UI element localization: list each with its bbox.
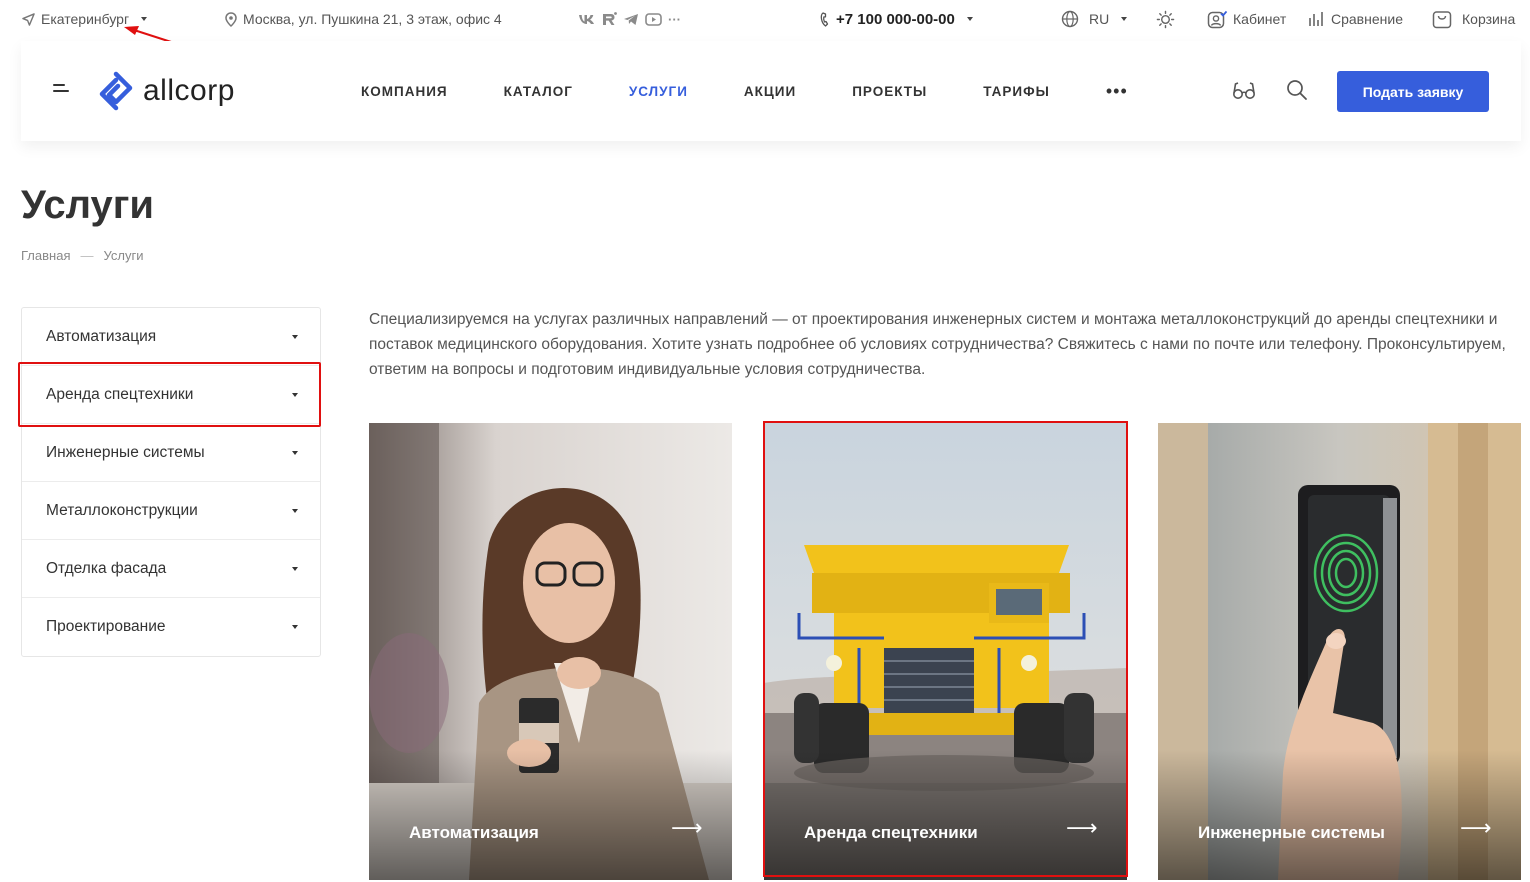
cabinet-label: Кабинет [1233,11,1287,27]
user-icon [1207,10,1227,28]
breadcrumb-home[interactable]: Главная [21,248,70,263]
nav-more-icon[interactable]: ••• [1106,81,1128,102]
breadcrumb-separator: — [80,248,94,263]
sidebar-item-label: Автоматизация [46,327,157,345]
chevron-down-icon[interactable] [292,450,298,455]
cart-bag-icon [1432,10,1452,28]
page-title: Услуги [21,183,154,227]
language-code: RU [1089,11,1110,27]
youtube-icon[interactable] [645,12,662,26]
service-card-engineering-systems[interactable]: Инженерные системы ⟶ [1158,423,1521,880]
sidebar-item-design[interactable]: Проектирование [22,598,320,656]
sidebar-item-equipment-rental[interactable]: Аренда спецтехники [22,366,320,424]
chevron-down-icon [966,17,973,21]
search-icon[interactable] [1286,79,1308,101]
logo-text: allcorp [143,74,235,107]
chevron-down-icon[interactable] [292,566,298,571]
theme-toggle[interactable] [1156,0,1175,38]
sidebar-item-label: Аренда спецтехники [46,385,194,403]
accessibility-glasses-icon[interactable] [1232,79,1256,103]
address-text: Москва, ул. Пушкина 21, 3 этаж, офис 4 [243,11,502,27]
social-links: ··· [578,0,681,38]
chevron-down-icon[interactable] [292,508,298,513]
arrow-right-icon[interactable]: ⟶ [671,815,703,841]
main-header: allcorp КОМПАНИЯ КАТАЛОГ УСЛУГИ АКЦИИ ПР… [21,41,1521,141]
compare-chart-icon [1309,12,1323,26]
service-card-automation[interactable]: Автоматизация ⟶ [369,423,732,880]
phone-icon [820,11,829,27]
sidebar-item-label: Инженерные системы [46,443,205,461]
city-name: Екатеринбург [41,11,130,27]
sidebar-item-label: Отделка фасада [46,559,167,577]
nav-catalog[interactable]: КАТАЛОГ [504,84,573,99]
phone-number: +7 100 000-00-00 [836,10,955,28]
nav-promotions[interactable]: АКЦИИ [744,84,796,99]
service-card-equipment-rental[interactable]: Аренда спецтехники ⟶ [764,423,1127,880]
arrow-right-icon[interactable]: ⟶ [1460,815,1492,841]
location-arrow-icon [22,12,35,26]
nav-services[interactable]: УСЛУГИ [629,84,688,99]
telegram-icon[interactable] [623,13,639,26]
card-title: Автоматизация [409,823,539,842]
chevron-down-icon[interactable] [292,392,298,397]
submit-request-button[interactable]: Подать заявку [1337,71,1489,112]
sun-icon [1156,10,1175,28]
sidebar-item-facade-finishing[interactable]: Отделка фасада [22,540,320,598]
sidebar-item-metal-structures[interactable]: Металлоконструкции [22,482,320,540]
nav-company[interactable]: КОМПАНИЯ [361,84,448,99]
main-nav: КОМПАНИЯ КАТАЛОГ УСЛУГИ АКЦИИ ПРОЕКТЫ ТА… [361,41,1128,141]
address[interactable]: Москва, ул. Пушкина 21, 3 этаж, офис 4 [225,0,502,38]
rutube-icon[interactable] [601,12,617,26]
sidebar-item-label: Проектирование [46,618,166,635]
burger-menu-icon[interactable] [53,84,71,98]
card-title: Аренда спецтехники [804,823,978,842]
breadcrumb: Главная — Услуги [21,248,143,263]
sidebar-item-label: Металлоконструкции [46,501,198,519]
compare-label: Сравнение [1331,11,1403,27]
nav-projects[interactable]: ПРОЕКТЫ [852,84,927,99]
intro-text: Специализируемся на услугах различных на… [369,311,1506,378]
logo[interactable]: allcorp [99,71,235,111]
chevron-down-icon[interactable] [292,334,298,339]
arrow-right-icon[interactable]: ⟶ [1066,815,1098,841]
globe-icon [1061,10,1079,28]
cart-label: Корзина [1462,11,1516,27]
compare-link[interactable]: Сравнение [1308,0,1403,38]
chevron-down-icon [141,17,148,21]
more-socials-icon[interactable]: ··· [668,12,681,27]
phone-selector[interactable]: +7 100 000-00-00 [820,0,973,38]
chevron-down-icon [1121,17,1128,21]
sidebar-item-automation[interactable]: Автоматизация [22,308,320,366]
chevron-down-icon[interactable] [292,625,298,629]
allcorp-logo-icon [99,71,133,111]
card-title: Инженерные системы [1198,823,1385,842]
language-selector[interactable]: RU [1061,0,1128,38]
vk-icon[interactable] [578,14,595,25]
cart-link[interactable]: Корзина [1432,0,1515,38]
nav-tariffs[interactable]: ТАРИФЫ [983,84,1050,99]
sidebar-item-engineering-systems[interactable]: Инженерные системы [22,424,320,482]
services-sidebar: Автоматизация Аренда спецтехники Инженер… [21,307,321,657]
breadcrumb-current: Услуги [103,248,144,263]
cabinet-link[interactable]: Кабинет [1207,0,1286,38]
